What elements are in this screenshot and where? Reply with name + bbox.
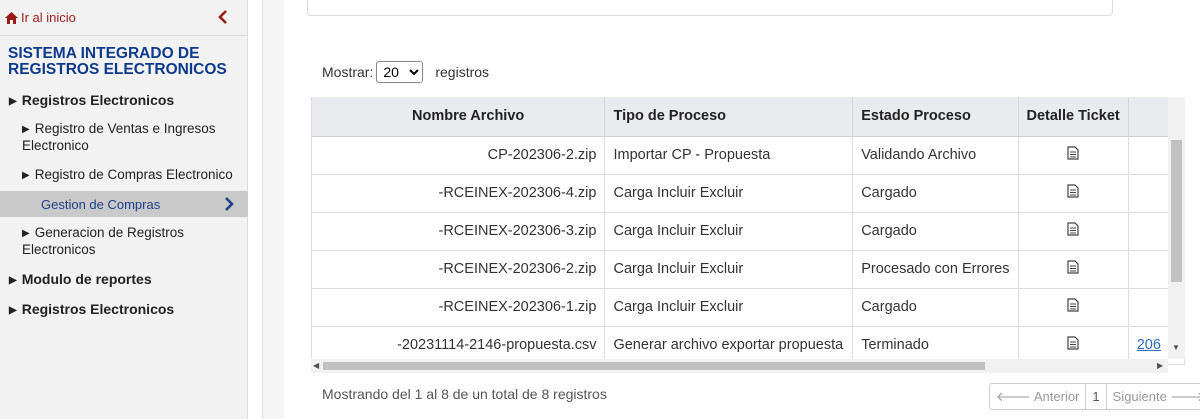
sidebar-item-label: Modulo de reportes (21, 271, 152, 287)
sidebar-item-registros-electronicos[interactable]: ▶ Registros Electronicos (9, 92, 174, 110)
horizontal-scrollbar-thumb[interactable] (323, 362, 985, 370)
cell-ticket (1018, 288, 1129, 327)
table-row: -RCEINEX-202306-4.zip Carga Incluir Excl… (312, 174, 1185, 213)
results-table: Nombre Archivo Tipo de Proceso Estado Pr… (312, 97, 1185, 365)
page-number-button[interactable]: 1 (1085, 384, 1107, 409)
arrow-right-icon: 🡒 (1169, 388, 1200, 404)
cell-process: Importar CP - Propuesta (604, 136, 854, 175)
sidebar-item-registros-electronicos-2[interactable]: ▶ Registros Electronicos (9, 301, 174, 319)
records-label: registros (435, 64, 490, 80)
chevron-right-icon (224, 197, 234, 216)
previous-button[interactable]: 🡐 Anterior (990, 384, 1085, 409)
document-icon[interactable] (1067, 260, 1079, 278)
caret-right-icon: ▶ (22, 170, 30, 181)
cell-ticket (1018, 174, 1129, 213)
table-row: -RCEINEX-202306-3.zip Carga Incluir Excl… (312, 212, 1185, 251)
sidebar-item-label: Gestion de Compras (41, 197, 161, 212)
sidebar-item-registro-ventas[interactable]: ▶ Registro de Ventas e Ingresos Electroni… (22, 121, 244, 154)
vertical-scrollbar-thumb[interactable] (1171, 140, 1182, 282)
sidebar-item-modulo-reportes[interactable]: ▶ Modulo de reportes (9, 271, 152, 289)
top-panel (307, 0, 1113, 16)
home-label: Ir al inicio (21, 10, 76, 25)
previous-label: Anterior (1033, 389, 1080, 404)
cell-process: Carga Incluir Excluir (604, 174, 854, 213)
caret-right-icon: ▶ (22, 124, 30, 135)
cell-status: Validando Archivo (852, 136, 1019, 175)
document-icon[interactable] (1067, 146, 1079, 164)
content-gutter (262, 0, 284, 419)
next-button[interactable]: Siguiente 🡒 (1107, 384, 1200, 409)
table-row: -RCEINEX-202306-1.zip Carga Incluir Excl… (312, 288, 1185, 327)
arrow-left-icon: 🡐 (996, 388, 1031, 404)
sidebar-item-label: Registros Electronicos (21, 92, 175, 108)
cell-status: Cargado (852, 174, 1019, 213)
table-row: -RCEINEX-202306-2.zip Carga Incluir Excl… (312, 250, 1185, 289)
cell-status: Procesado con Errores (852, 250, 1019, 289)
page-size-control: Mostrar: 20 registros (322, 61, 489, 83)
sidebar-item-label: Registro de Compras Electronico (34, 167, 233, 182)
cell-file: -RCEINEX-202306-4.zip (312, 174, 606, 213)
sidebar-item-label: Registro de Ventas e Ingresos Electronic… (22, 121, 216, 153)
sidebar: Ir al inicio SISTEMA INTEGRADO DE REGIST… (0, 0, 248, 419)
cell-ticket (1018, 250, 1129, 289)
sidebar-item-generacion-registros[interactable]: ▶ Generacion de Registros Electronicos (22, 225, 222, 258)
scroll-right-arrow-icon[interactable]: ▶ (1157, 362, 1163, 370)
cell-process: Carga Incluir Excluir (604, 250, 854, 289)
sidebar-item-label: Registros Electronicos (21, 301, 175, 317)
cell-status: Cargado (852, 212, 1019, 251)
caret-right-icon: ▶ (9, 96, 17, 107)
results-table-container: Nombre Archivo Tipo de Proceso Estado Pr… (311, 97, 1185, 373)
column-header-process[interactable]: Tipo de Proceso (604, 97, 854, 137)
document-icon[interactable] (1067, 222, 1079, 240)
document-icon[interactable] (1067, 184, 1079, 202)
cell-file: CP-202306-2.zip (312, 136, 606, 175)
cell-file: -RCEINEX-202306-2.zip (312, 250, 606, 289)
cell-ticket (1018, 212, 1129, 251)
sidebar-item-gestion-compras[interactable]: Gestion de Compras (0, 191, 248, 217)
caret-right-icon: ▶ (9, 305, 17, 316)
caret-right-icon: ▶ (22, 228, 30, 239)
scroll-left-arrow-icon[interactable]: ◀ (313, 362, 319, 370)
column-header-ticket[interactable]: Detalle Ticket (1018, 97, 1129, 137)
system-title: SISTEMA INTEGRADO DE REGISTROS ELECTRONI… (8, 45, 227, 78)
show-label: Mostrar: (322, 64, 374, 80)
cell-ticket (1018, 136, 1129, 175)
cell-status: Cargado (852, 288, 1019, 327)
table-info: Mostrando del 1 al 8 de un total de 8 re… (322, 386, 607, 402)
home-row: Ir al inicio (0, 0, 248, 36)
home-link[interactable]: Ir al inicio (5, 10, 76, 25)
sidebar-item-registro-compras[interactable]: ▶ Registro de Compras Electronico (22, 167, 233, 184)
table-header-row: Nombre Archivo Tipo de Proceso Estado Pr… (312, 97, 1185, 137)
page-size-select[interactable]: 20 (376, 61, 424, 83)
sidebar-item-label: Generacion de Registros Electronicos (22, 225, 185, 257)
cell-file: -RCEINEX-202306-1.zip (312, 288, 606, 327)
column-header-status[interactable]: Estado Proceso (852, 97, 1019, 137)
column-header-file[interactable]: Nombre Archivo (312, 97, 606, 137)
chevron-left-icon[interactable] (218, 10, 232, 26)
cell-file: -RCEINEX-202306-3.zip (312, 212, 606, 251)
caret-right-icon: ▶ (9, 275, 17, 286)
home-icon (5, 11, 18, 24)
table-row: CP-202306-2.zip Importar CP - Propuesta … (312, 136, 1185, 175)
cell-process: Carga Incluir Excluir (604, 288, 854, 327)
next-label: Siguiente (1112, 389, 1167, 404)
pagination: 🡐 Anterior 1 Siguiente 🡒 (989, 383, 1200, 410)
cell-process: Carga Incluir Excluir (604, 212, 854, 251)
document-icon[interactable] (1067, 298, 1079, 316)
scroll-down-arrow-icon[interactable]: ▼ (1172, 344, 1180, 352)
document-icon[interactable] (1067, 336, 1079, 354)
